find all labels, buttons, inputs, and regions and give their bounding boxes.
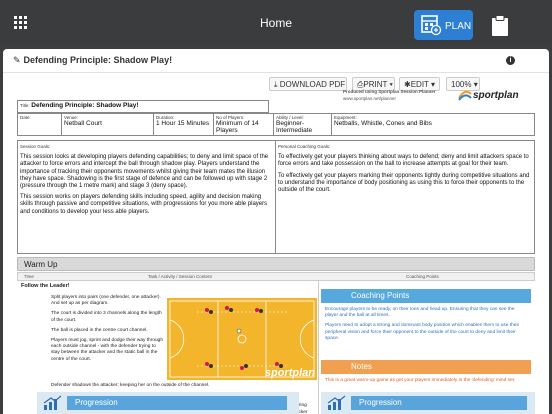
progression-row-left: Progression <box>37 392 299 414</box>
date-label: Date: <box>20 115 31 120</box>
details-table: Date: Venue: Netball Court Duration: 1 Hou… <box>17 113 535 136</box>
notes-band: Notes <box>321 360 531 374</box>
progression-label-bar: Progression <box>351 396 527 410</box>
sportplan-logo: sportplan <box>458 90 538 102</box>
plan-button[interactable]: PLAN <box>414 10 473 40</box>
activity-text: Split players into pairs (one defender, … <box>51 295 165 367</box>
activity-step: Split players into pairs (one defender, … <box>51 295 161 307</box>
warm-up-header: Warm Up <box>17 257 535 271</box>
session-goals-text-2: This session works on players defending … <box>20 194 268 215</box>
personal-goals-label: Personal Coaching Goals: <box>278 144 331 149</box>
goals-box: Session Goals: This session looks at dev… <box>17 140 535 254</box>
produced-by-text: Produced using Sportplan Session Planner <box>343 89 436 94</box>
notes-text: This is a great warm-up game as get your… <box>325 378 516 383</box>
session-plan-modal: ✎ Defending Principle: Shadow Play! i ⤓ D… <box>3 49 549 414</box>
plan-label: PLAN <box>445 21 472 32</box>
equipment-value: Netballs, Whistle, Cones and Bibs <box>334 120 432 127</box>
coaching-point: Players need to adopt a strong and domin… <box>325 323 520 341</box>
modal-title-text: Defending Principle: Shadow Play! <box>23 55 173 65</box>
session-sheet: Produced using Sportplan Session Planner… <box>17 87 535 414</box>
coaching-column-header: Coaching Points <box>406 274 439 279</box>
column-headers: Time Task / Activity / Session Content C… <box>17 272 535 281</box>
progression-row-right: Progression <box>321 392 535 414</box>
modal-header: ✎ Defending Principle: Shadow Play! i <box>3 49 549 73</box>
session-goals: Session Goals: This session looks at dev… <box>18 141 276 253</box>
ability-value: Beginner-Intermediate <box>276 120 313 134</box>
coaching-points-text: Encourage players to be ready, on their … <box>321 305 531 348</box>
activity-step: The ball is placed in the centre court c… <box>51 327 148 333</box>
personal-goals-text-2: To effectively get your players marking … <box>278 172 530 194</box>
personal-goals-text-1: To effectively get your players thinking… <box>278 154 529 168</box>
title-table: Title: Defending Principle: Shadow Play! <box>17 100 269 113</box>
produced-by: Produced using Sportplan Session Planner… <box>343 88 436 102</box>
progression-title: Progression <box>359 398 402 407</box>
drill-name: Follow the Leader! <box>21 283 70 289</box>
progression-title: Progression <box>75 398 118 407</box>
column-divider <box>318 281 319 414</box>
coaching-point: Encourage players to be ready, on their … <box>325 307 515 319</box>
players-value: Minimum of 14 Players <box>216 120 259 134</box>
coaching-points-band: Coaching Points <box>321 289 531 303</box>
time-column-header: Time <box>24 274 34 279</box>
sportplan-logo-text: sportplan <box>473 90 519 101</box>
info-icon[interactable]: i <box>506 56 515 65</box>
duration-value: 1 Hour 15 Minutes <box>156 120 210 127</box>
session-goals-label: Session Goals: <box>20 144 51 149</box>
sportplan-logo-icon <box>458 90 472 101</box>
plan-calendar-icon <box>421 15 442 36</box>
personal-coaching-goals: Personal Coaching Goals: To effectively … <box>276 141 534 253</box>
clipboard-icon[interactable] <box>491 15 509 37</box>
top-navigation-bar: Home PLAN <box>0 0 552 46</box>
diagram-watermark: sportplan <box>265 367 315 379</box>
activity-step: The court is divided into 3 channels alo… <box>51 311 162 323</box>
edit-pencil-icon: ✎ <box>13 55 21 65</box>
notes-title: Notes <box>351 362 372 371</box>
netball-court-diagram: sportplan <box>167 298 317 380</box>
title-label: Title: <box>20 103 30 108</box>
activity-step: Defender shadows the attacker; keeping h… <box>51 383 210 388</box>
coaching-points-title: Coaching Points <box>351 291 410 300</box>
title-value: Defending Principle: Shadow Play! <box>31 102 139 109</box>
session-goals-text-1: This session looks at developing players… <box>20 154 269 190</box>
modal-title: ✎ Defending Principle: Shadow Play! <box>13 55 172 66</box>
task-column-header: Task / Activity / Session Content <box>148 274 212 279</box>
activity-step: Players must jog, sprint and dodge their… <box>51 338 163 362</box>
chart-progress-icon <box>43 395 62 410</box>
progression-label-bar: Progression <box>67 396 287 410</box>
produced-by-url: www.sportplan.net/planner <box>343 96 397 101</box>
venue-value: Netball Court <box>64 120 102 127</box>
chart-progress-icon <box>327 395 346 410</box>
